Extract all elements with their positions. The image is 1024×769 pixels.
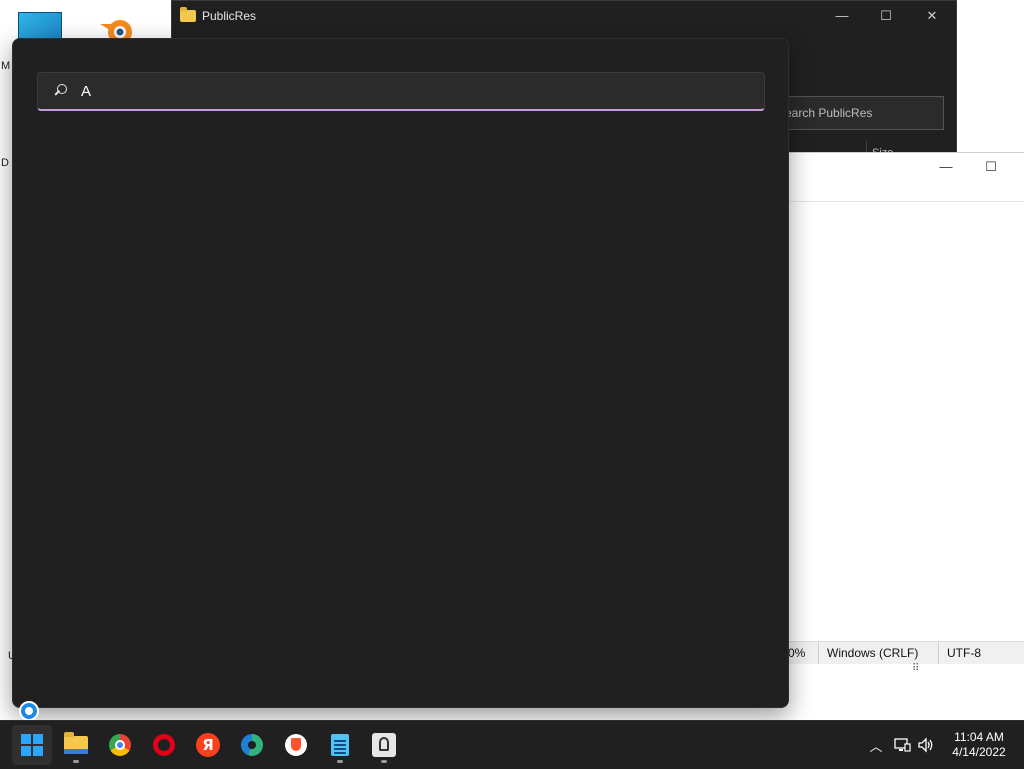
- snipping-tool-icon: [372, 733, 396, 757]
- start-search-box[interactable]: [37, 72, 765, 111]
- opera-icon: [153, 734, 175, 756]
- notepad-title-bar: — ☐: [788, 153, 1024, 202]
- chevron-up-icon[interactable]: ︿: [866, 735, 886, 755]
- edge-icon: [241, 734, 263, 756]
- taskbar: Я ︿ 11:04 AM 4/14/2022: [0, 720, 1024, 769]
- status-encoding: UTF-8: [938, 642, 981, 664]
- clock-date: 4/14/2022: [952, 745, 1006, 759]
- start-search-input[interactable]: [79, 81, 723, 101]
- brave-icon: [285, 734, 307, 756]
- window-title-bar: PublicRes: [180, 7, 257, 23]
- windows-logo-icon: [21, 734, 43, 756]
- status-line-ending: Windows (CRLF): [818, 642, 918, 664]
- cortana-icon[interactable]: [19, 701, 39, 721]
- taskbar-tool[interactable]: [364, 725, 404, 765]
- window-title: PublicRes: [202, 9, 257, 23]
- taskbar-file-explorer[interactable]: [56, 725, 96, 765]
- minimize-button[interactable]: —: [936, 159, 956, 174]
- start-search-flyout: [12, 38, 789, 708]
- volume-icon[interactable]: [916, 735, 936, 755]
- folder-icon: [64, 732, 88, 754]
- notepad-window: — ☐ 0% Windows (CRLF) UTF-8: [787, 152, 1024, 676]
- search-icon: [53, 83, 69, 99]
- desktop-label-fragment: D: [1, 157, 9, 169]
- running-indicator: [381, 760, 387, 763]
- desktop-label-fragment: M: [1, 60, 11, 72]
- resize-grip-icon[interactable]: ⠿: [912, 663, 924, 675]
- system-tray: ︿: [866, 721, 936, 769]
- taskbar-opera[interactable]: [144, 725, 184, 765]
- running-indicator: [73, 760, 79, 763]
- close-button[interactable]: ✕: [922, 7, 942, 25]
- taskbar-chrome[interactable]: [100, 725, 140, 765]
- explorer-search-input[interactable]: earch PublicRes: [784, 96, 944, 130]
- taskbar-yandex[interactable]: Я: [188, 725, 228, 765]
- taskbar-brave[interactable]: [276, 725, 316, 765]
- notepad-icon: [331, 734, 349, 756]
- start-button[interactable]: [12, 725, 52, 765]
- network-icon[interactable]: [892, 735, 912, 755]
- minimize-button[interactable]: —: [832, 7, 852, 25]
- taskbar-edge[interactable]: [232, 725, 272, 765]
- maximize-button[interactable]: ☐: [876, 7, 896, 25]
- notepad-status-bar: 0% Windows (CRLF) UTF-8: [788, 641, 1024, 664]
- chrome-icon: [109, 734, 131, 756]
- maximize-button[interactable]: ☐: [981, 159, 1001, 175]
- clock-time: 11:04 AM: [954, 730, 1004, 744]
- folder-icon: [180, 7, 196, 22]
- yandex-icon: Я: [196, 733, 220, 757]
- taskbar-clock[interactable]: 11:04 AM 4/14/2022: [944, 730, 1014, 760]
- running-indicator: [337, 760, 343, 763]
- taskbar-notepad[interactable]: [320, 725, 360, 765]
